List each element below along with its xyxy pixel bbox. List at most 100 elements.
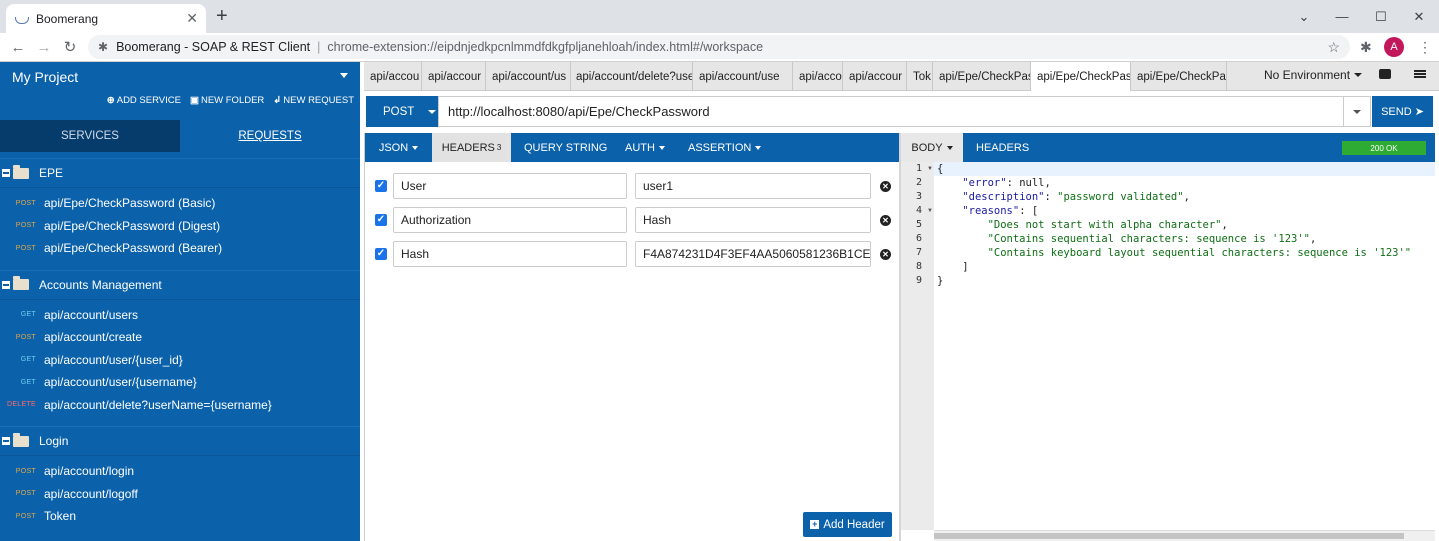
chevron-down-icon (412, 145, 419, 150)
tab-response-headers[interactable]: HEADERS (964, 133, 1041, 162)
header-value-input[interactable]: user1 (635, 173, 871, 199)
request-name: api/account/user/{user_id} (44, 352, 183, 367)
project-dropdown-icon[interactable] (340, 73, 348, 78)
chevron-down-icon (755, 145, 762, 150)
request-tab[interactable]: api/Epe/CheckPa (1131, 62, 1227, 91)
request-tab[interactable]: api/Epe/CheckPas (1031, 62, 1131, 91)
request-tab[interactable]: api/accou (364, 62, 422, 91)
request-tab[interactable]: api/Epe/CheckPas (933, 62, 1031, 91)
response-body-editor[interactable]: 1 ▼{2 "error": null, 3 "description": "pas… (901, 162, 1435, 541)
tab-body[interactable]: BODY (901, 133, 963, 162)
method-label: POST (383, 105, 415, 118)
tab-json[interactable]: JSON (365, 133, 432, 162)
folder-row[interactable]: EPE (0, 158, 360, 188)
request-item[interactable]: POST api/Epe/CheckPassword (Basic) (0, 192, 360, 215)
environment-select[interactable]: No Environment (1264, 68, 1363, 82)
request-item[interactable]: POST api/Epe/CheckPassword (Bearer) (0, 237, 360, 260)
minimize-icon[interactable]: — (1323, 0, 1361, 33)
forward-icon[interactable]: → (34, 37, 54, 57)
request-item[interactable]: POST api/Epe/CheckPassword (Digest) (0, 215, 360, 238)
remove-header-icon[interactable]: ✕ (880, 215, 891, 226)
folder-row[interactable]: Login (0, 426, 360, 456)
fold-toggle-icon[interactable]: ▼ (927, 204, 933, 218)
header-key-input[interactable]: Hash (393, 241, 627, 267)
folder-row[interactable]: Accounts Management (0, 269, 360, 300)
header-key-input[interactable]: Authorization (393, 207, 627, 233)
new-tab-icon[interactable]: + (216, 5, 228, 27)
url-history-dropdown[interactable] (1344, 96, 1371, 127)
close-window-icon[interactable]: ✕ (1400, 0, 1438, 33)
method-select[interactable]: POST (366, 96, 438, 127)
add-service-label: ADD SERVICE (116, 95, 181, 106)
line-number: 8 (916, 261, 923, 272)
request-tab[interactable]: api/accou (793, 62, 843, 91)
hamburger-menu-icon[interactable] (1414, 70, 1426, 78)
new-request-button[interactable]: ↲ NEW REQUEST (273, 95, 354, 106)
request-item[interactable]: GET api/account/users (0, 304, 360, 327)
header-value-input[interactable]: Hash (635, 207, 871, 233)
bookmark-star-icon[interactable]: ☆ (1327, 39, 1340, 56)
profile-avatar[interactable]: A (1384, 37, 1404, 57)
tab-assertion[interactable]: ASSERTION (676, 133, 773, 162)
maximize-icon[interactable]: ☐ (1362, 0, 1400, 33)
header-value-input[interactable]: F4A874231D4F3EF4AA5060581236B1CE (635, 241, 871, 267)
chat-icon[interactable] (1379, 69, 1391, 79)
header-enabled-checkbox[interactable]: ✓ (375, 214, 387, 226)
add-icon: ⊕ (106, 95, 115, 106)
horizontal-scrollbar[interactable] (934, 530, 1435, 541)
browser-menu-icon[interactable]: ⋮ (1418, 39, 1432, 56)
header-row: ✓ Authorization Hash ✕ (365, 207, 900, 233)
collapse-icon[interactable] (2, 437, 10, 445)
tab-headers[interactable]: HEADERS 3 (432, 133, 511, 162)
request-item[interactable]: DELETE api/account/delete?userName={usern… (0, 394, 360, 417)
request-name: api/account/login (44, 464, 135, 479)
method-badge: POST (15, 467, 36, 475)
request-item[interactable]: POST api/account/create (0, 326, 360, 349)
url-input[interactable]: http://localhost:8080/api/Epe/CheckPassw… (438, 96, 1344, 127)
tab-requests[interactable]: REQUESTS (180, 120, 360, 152)
add-header-button[interactable]: + Add Header (803, 512, 892, 537)
remove-header-icon[interactable]: ✕ (880, 249, 891, 260)
tab-auth[interactable]: AUTH (613, 133, 677, 162)
project-name[interactable]: My Project (12, 69, 78, 85)
header-enabled-checkbox[interactable]: ✓ (375, 248, 387, 260)
tab-headers-label: HEADERS (441, 141, 495, 154)
request-tab[interactable]: api/account/delete?use (570, 62, 693, 91)
request-item[interactable]: POST api/account/login (0, 460, 360, 483)
reload-icon[interactable]: ↻ (60, 37, 80, 57)
request-tab[interactable]: api/accour (422, 62, 486, 91)
collapse-icon[interactable] (2, 280, 10, 289)
close-tab-icon[interactable]: ✕ (186, 10, 198, 27)
request-item[interactable]: GET api/account/user/{username} (0, 371, 360, 394)
extension-puzzle-icon: ✱ (98, 40, 109, 54)
folder-icon (13, 164, 29, 179)
tab-body-label: BODY (911, 141, 943, 154)
fold-toggle-icon[interactable]: ▼ (927, 162, 933, 176)
request-item[interactable]: POST api/account/logoff (0, 483, 360, 506)
extensions-icon[interactable]: ✱ (1360, 39, 1372, 56)
add-service-button[interactable]: ⊕ ADD SERVICE (107, 95, 181, 106)
method-badge: DELETE (6, 401, 36, 409)
request-tab[interactable]: api/accour (843, 62, 907, 91)
browser-tab[interactable]: Boomerang ✕ (6, 4, 206, 33)
back-icon[interactable]: ← (8, 37, 28, 57)
new-folder-button[interactable]: ▣ NEW FOLDER (190, 95, 264, 106)
header-enabled-checkbox[interactable]: ✓ (375, 180, 387, 192)
request-tab[interactable]: api/account/use (693, 62, 793, 91)
header-key-input[interactable]: User (393, 173, 627, 199)
collapse-icon[interactable] (2, 169, 10, 177)
request-tab[interactable]: Tok (907, 62, 933, 91)
address-bar[interactable]: ✱ Boomerang - SOAP & REST Client | chrom… (88, 35, 1350, 59)
tab-search-icon[interactable]: ⌄ (1285, 0, 1323, 33)
request-item[interactable]: GET api/account/user/{user_id} (0, 349, 360, 372)
request-item[interactable]: POST Token (0, 505, 360, 528)
request-tab[interactable]: api/account/us (486, 62, 571, 91)
remove-header-icon[interactable]: ✕ (880, 181, 891, 192)
method-badge: GET (20, 378, 36, 386)
send-button[interactable]: SEND ➤ (1372, 96, 1433, 127)
tab-services[interactable]: SERVICES (0, 120, 180, 152)
browser-tab-title: Boomerang (36, 11, 99, 26)
tab-query-string[interactable]: QUERY STRING (512, 133, 619, 162)
code-line: "Does not start with alpha character", (987, 219, 1228, 231)
